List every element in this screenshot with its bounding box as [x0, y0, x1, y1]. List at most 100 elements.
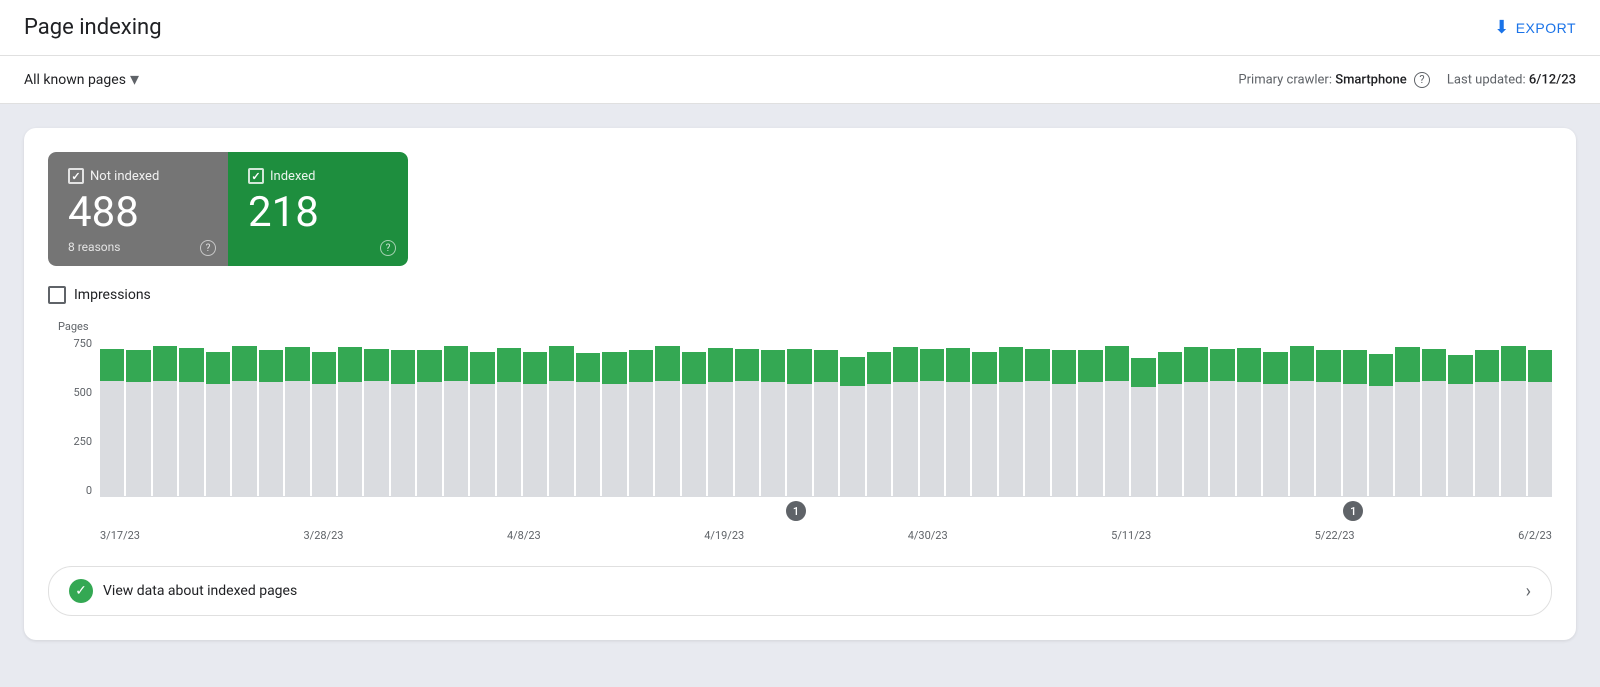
- bar-group: [153, 337, 177, 496]
- bar-green: [232, 346, 256, 381]
- x-label: 3/28/23: [303, 529, 343, 542]
- bar-gray: [1105, 381, 1129, 496]
- bar-gray: [840, 386, 864, 496]
- bar-green: [1105, 346, 1129, 381]
- bar-group: [1025, 337, 1049, 496]
- bar-gray: [1316, 382, 1340, 496]
- bar-gray: [1184, 382, 1208, 496]
- bar-group: [972, 337, 996, 496]
- bar-group: [1184, 337, 1208, 496]
- bar-green: [153, 346, 177, 381]
- chart-y-label: Pages: [58, 320, 1552, 333]
- bar-green: [920, 349, 944, 381]
- bar-group: [1105, 337, 1129, 496]
- bar-green: [1448, 355, 1472, 384]
- bar-group: [364, 337, 388, 496]
- not-indexed-help-icon[interactable]: ?: [200, 240, 216, 256]
- bar-green: [1263, 352, 1287, 384]
- bar-green: [1369, 354, 1393, 386]
- bar-green: [999, 347, 1023, 382]
- bar-gray: [735, 381, 759, 496]
- bar-green: [946, 348, 970, 382]
- y-tick-0: 0: [86, 484, 92, 497]
- bar-group: [814, 337, 838, 496]
- view-data-link[interactable]: ✓ View data about indexed pages ›: [48, 566, 1552, 616]
- all-pages-dropdown[interactable]: All known pages ▾: [24, 69, 139, 90]
- green-check-icon: ✓: [69, 579, 93, 603]
- crawler-help-icon[interactable]: ?: [1414, 72, 1430, 88]
- subheader: All known pages ▾ Primary crawler: Smart…: [0, 56, 1600, 104]
- event-marker-2: 1: [1343, 501, 1363, 521]
- x-label: 3/17/23: [100, 529, 140, 542]
- bar-green: [787, 349, 811, 384]
- bar-gray: [497, 382, 521, 496]
- bar-gray: [972, 384, 996, 496]
- bar-group: [1422, 337, 1446, 496]
- bar-green: [1528, 350, 1552, 382]
- bar-green: [682, 352, 706, 384]
- bar-gray: [1343, 384, 1367, 496]
- bar-green: [100, 349, 124, 381]
- stats-row: Not indexed 488 8 reasons ? Indexed 218 …: [48, 152, 408, 266]
- bar-gray: [1528, 382, 1552, 496]
- bar-green: [655, 346, 679, 381]
- bar-group: [1395, 337, 1419, 496]
- bar-group: [1131, 337, 1155, 496]
- header: Page indexing ⬇ EXPORT: [0, 0, 1600, 56]
- bar-gray: [814, 382, 838, 496]
- bar-gray: [1422, 381, 1446, 496]
- bar-gray: [708, 382, 732, 496]
- bar-gray: [867, 384, 891, 496]
- bar-green: [391, 350, 415, 384]
- crawler-name: Smartphone: [1335, 72, 1407, 87]
- bar-group: [391, 337, 415, 496]
- bar-gray: [787, 384, 811, 496]
- view-data-left: ✓ View data about indexed pages: [69, 579, 297, 603]
- chart-bars: [100, 337, 1552, 497]
- bar-green: [179, 348, 203, 382]
- crawler-info: Primary crawler: Smartphone ? Last updat…: [1238, 72, 1576, 88]
- export-button[interactable]: ⬇ EXPORT: [1494, 17, 1576, 38]
- bar-green: [497, 348, 521, 382]
- bar-green: [364, 349, 388, 381]
- x-label: 6/2/23: [1518, 529, 1552, 542]
- bar-gray: [1395, 382, 1419, 496]
- indexed-checkbox[interactable]: [248, 168, 264, 184]
- bar-gray: [1052, 384, 1076, 496]
- bar-gray: [444, 381, 468, 496]
- bar-group: [867, 337, 891, 496]
- bar-gray: [655, 381, 679, 496]
- bar-group: [417, 337, 441, 496]
- bar-group: [523, 337, 547, 496]
- bar-green: [708, 348, 732, 382]
- bar-gray: [126, 382, 150, 496]
- indexed-box: Indexed 218 ?: [228, 152, 408, 266]
- not-indexed-checkbox[interactable]: [68, 168, 84, 184]
- bar-green: [1316, 350, 1340, 382]
- bar-group: [179, 337, 203, 496]
- bar-green: [735, 349, 759, 381]
- bar-gray: [100, 381, 124, 496]
- bar-green: [523, 352, 547, 384]
- bar-green: [893, 347, 917, 382]
- bar-gray: [999, 382, 1023, 496]
- bar-gray: [285, 381, 309, 496]
- bar-group: [708, 337, 732, 496]
- indexed-help-icon[interactable]: ?: [380, 240, 396, 256]
- view-data-text: View data about indexed pages: [103, 583, 297, 599]
- bar-group: [232, 337, 256, 496]
- impressions-checkbox[interactable]: [48, 286, 66, 304]
- bar-group: [761, 337, 785, 496]
- bar-green: [338, 347, 362, 382]
- bar-group: [1290, 337, 1314, 496]
- bar-gray: [602, 384, 626, 496]
- bar-gray: [417, 382, 441, 496]
- bar-group: [1158, 337, 1182, 496]
- bar-gray: [893, 382, 917, 496]
- bar-green: [1131, 358, 1155, 387]
- chart-x-labels: 3/17/233/28/234/8/234/19/234/30/235/11/2…: [100, 529, 1552, 542]
- bar-group: [206, 337, 230, 496]
- bar-group: [100, 337, 124, 496]
- bar-gray: [682, 384, 706, 496]
- bar-gray: [761, 382, 785, 496]
